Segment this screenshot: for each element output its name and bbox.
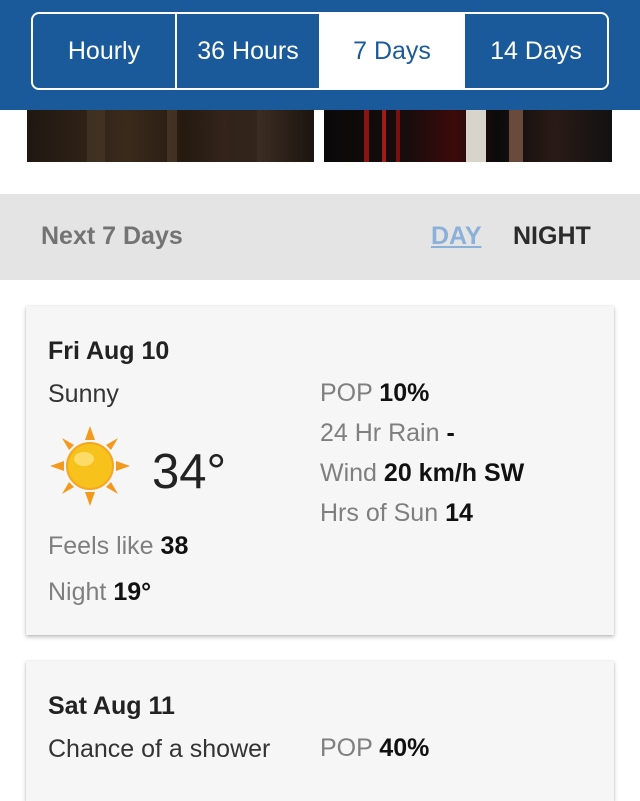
section-title: Next 7 Days [41,222,183,250]
sun-hours-value: 14 [445,499,473,527]
tab-36-hours[interactable]: 36 Hours [177,14,321,88]
video-thumbnails [0,110,640,162]
video-thumbnail-left[interactable] [27,110,314,162]
section-header: Next 7 Days DAY NIGHT [0,194,640,280]
wind-value: 20 km/h SW [383,459,525,487]
rain-value: - [446,419,455,447]
video-thumbnail-right[interactable] [324,110,612,162]
pop-value: 40% [379,734,430,762]
rain-label: 24 Hr Rain [320,419,440,447]
sun-hours-row: Hrs of Sun 14 [320,499,473,528]
feels-like: Feels like 38 [48,532,188,561]
night-toggle[interactable]: NIGHT [513,222,591,251]
sun-hours-label: Hrs of Sun [320,499,439,527]
feels-like-label: Feels like [48,532,154,560]
night-temp: Night 19° [48,578,151,607]
tab-14-days[interactable]: 14 Days [465,14,607,88]
tab-hourly[interactable]: Hourly [33,14,177,88]
forecast-condition: Sunny [48,380,119,408]
night-value: 19° [113,578,152,606]
rain-row: 24 Hr Rain - [320,419,455,448]
night-label: Night [48,578,107,606]
forecast-condition: Chance of a shower [48,735,271,763]
pop-value: 10% [379,379,430,407]
pop-row: POP 10% [320,379,429,408]
wind-label: Wind [320,459,377,487]
feels-like-value: 38 [160,532,189,560]
forecast-card[interactable]: Fri Aug 10 Sunny 34° Feels like 38 Night… [26,306,614,635]
tab-7-days[interactable]: 7 Days [321,14,465,88]
temperature: 34° [152,445,227,499]
forecast-tabs: Hourly 36 Hours 7 Days 14 Days [31,12,609,90]
forecast-date: Sat Aug 11 [48,692,175,720]
forecast-date: Fri Aug 10 [48,337,170,365]
pop-label: POP [320,734,373,762]
top-bar: Hourly 36 Hours 7 Days 14 Days [0,0,640,110]
forecast-card[interactable]: Sat Aug 11 Chance of a shower POP 40% [26,661,614,801]
pop-row: POP 40% [320,734,429,763]
wind-row: Wind 20 km/h SW [320,459,524,488]
sun-icon [50,426,130,506]
day-toggle[interactable]: DAY [431,222,482,251]
pop-label: POP [320,379,373,407]
